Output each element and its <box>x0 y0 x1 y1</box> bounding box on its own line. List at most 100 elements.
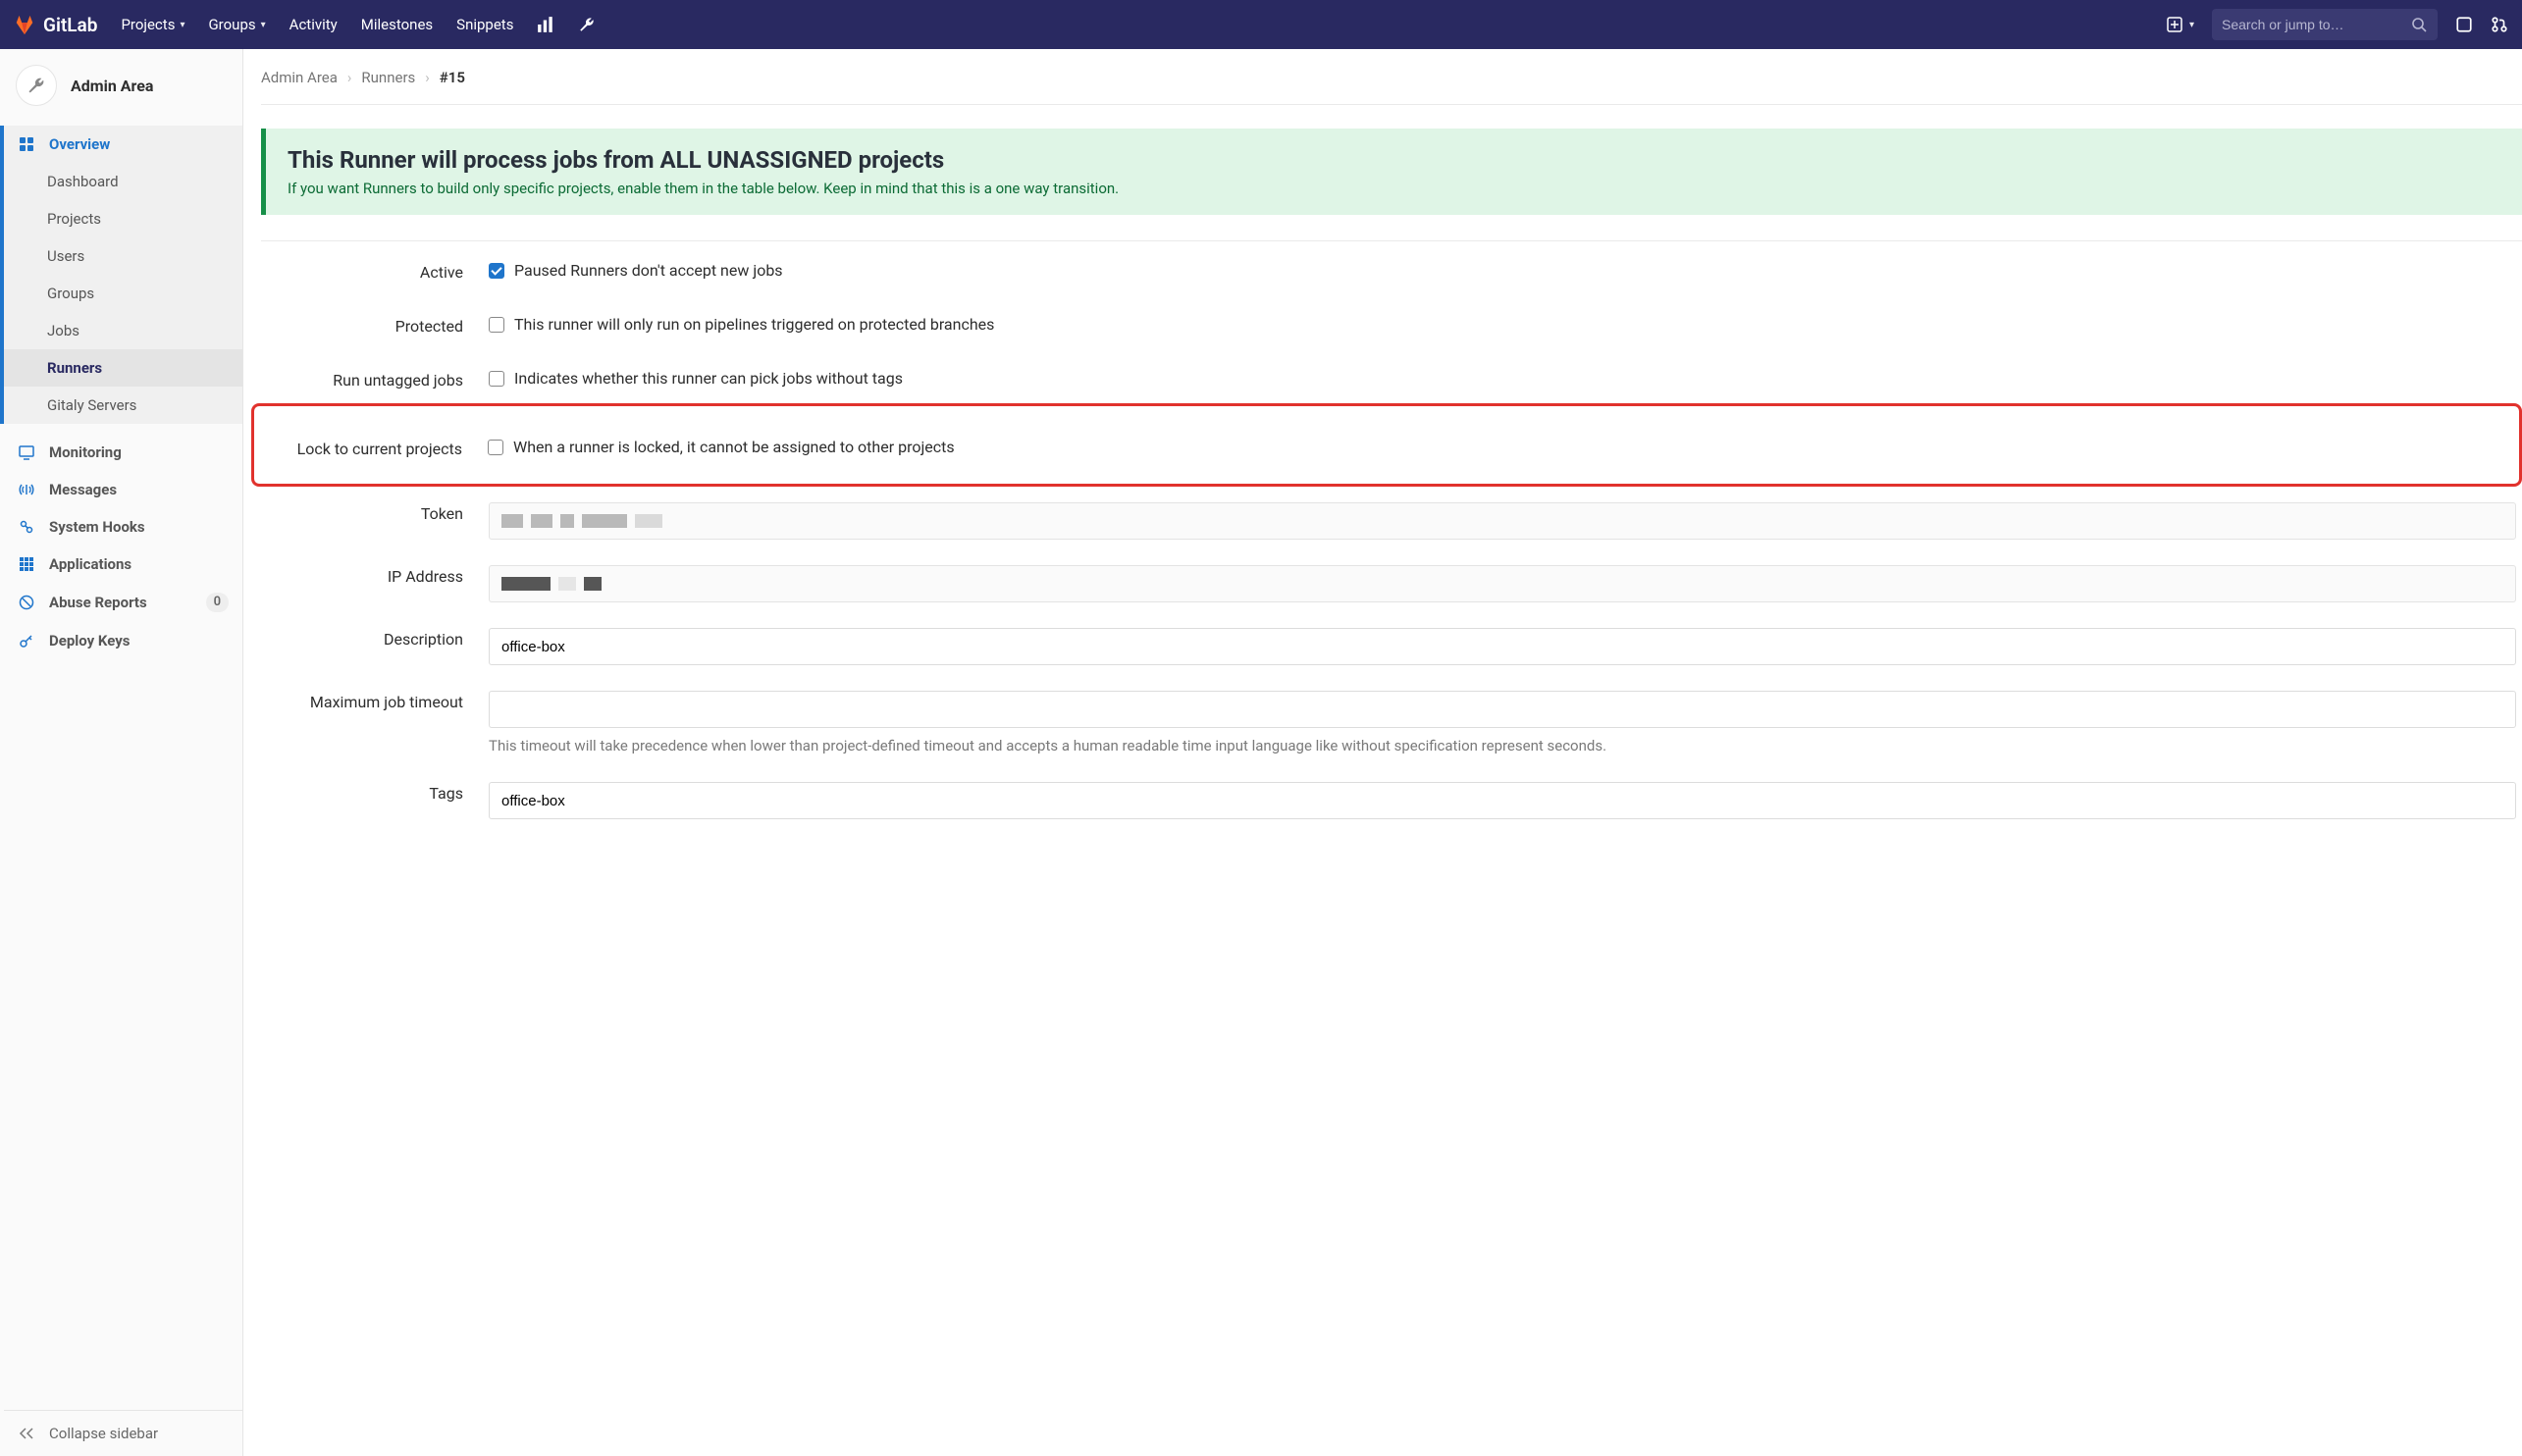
form-row-token: Token <box>261 487 2522 549</box>
active-help: Paused Runners don't accept new jobs <box>514 261 783 280</box>
collapse-sidebar-label: Collapse sidebar <box>49 1425 158 1442</box>
sidebar: Admin Area Overview Dashboard Projects U… <box>0 49 243 1456</box>
breadcrumb: Admin Area › Runners › #15 <box>261 49 2522 104</box>
sidebar-item-messages[interactable]: Messages <box>4 471 242 508</box>
sidebar-overview[interactable]: Overview <box>4 126 242 163</box>
chevron-down-icon: ▾ <box>2189 20 2194 30</box>
form-row-tags: Tags <box>261 766 2522 829</box>
nav-right: ▾ <box>2166 9 2508 40</box>
nav-activity[interactable]: Activity <box>289 16 338 33</box>
breadcrumb-admin[interactable]: Admin Area <box>261 69 338 86</box>
chevron-down-icon: ▾ <box>261 20 266 30</box>
protected-checkbox-line[interactable]: This runner will only run on pipelines t… <box>489 315 2516 334</box>
sidebar-item-jobs[interactable]: Jobs <box>4 312 242 349</box>
sidebar-item-users[interactable]: Users <box>4 237 242 275</box>
hook-icon <box>18 518 35 536</box>
brand-name: GitLab <box>43 14 97 36</box>
global-search[interactable] <box>2212 9 2438 40</box>
label-ip: IP Address <box>261 559 489 586</box>
sidebar-item-groups[interactable]: Groups <box>4 275 242 312</box>
breadcrumb-separator: › <box>425 69 430 86</box>
nav-groups-label: Groups <box>208 16 255 33</box>
sidebar-item-projects[interactable]: Projects <box>4 200 242 237</box>
breadcrumb-separator: › <box>347 69 352 86</box>
monitor-icon <box>18 443 35 461</box>
sidebar-item-label: Messages <box>49 481 117 498</box>
sidebar-overview-label: Overview <box>49 135 110 153</box>
sidebar-item-system-hooks[interactable]: System Hooks <box>4 508 242 546</box>
key-icon <box>18 632 35 650</box>
sidebar-item-applications[interactable]: Applications <box>4 546 242 583</box>
lock-checkbox[interactable] <box>488 440 503 455</box>
sidebar-item-label: System Hooks <box>49 518 145 536</box>
wrench-icon <box>578 16 596 33</box>
collapse-sidebar-button[interactable]: Collapse sidebar <box>4 1410 242 1456</box>
primary-nav-items: Projects ▾ Groups ▾ Activity Milestones … <box>121 16 596 33</box>
abuse-count-badge: 0 <box>206 593 229 612</box>
brand-logo[interactable]: GitLab <box>14 14 97 36</box>
form-row-lock: Lock to current projects When a runner i… <box>260 408 2513 482</box>
form-row-description: Description <box>261 612 2522 675</box>
merge-requests-icon[interactable] <box>2491 16 2508 33</box>
untagged-checkbox[interactable] <box>489 371 504 387</box>
timeout-help: This timeout will take precedence when l… <box>489 736 2516 756</box>
protected-checkbox[interactable] <box>489 317 504 333</box>
runner-form: Active Paused Runners don't accept new j… <box>261 240 2522 829</box>
nav-milestones[interactable]: Milestones <box>361 16 433 33</box>
form-row-untagged: Run untagged jobs Indicates whether this… <box>261 349 2522 403</box>
nav-metrics-icon[interactable] <box>537 16 554 33</box>
notice-title: This Runner will process jobs from ALL U… <box>288 146 2500 174</box>
untagged-help: Indicates whether this runner can pick j… <box>514 369 903 388</box>
sidebar-item-runners[interactable]: Runners <box>4 349 242 387</box>
nav-projects[interactable]: Projects ▾ <box>121 16 184 33</box>
protected-help: This runner will only run on pipelines t… <box>514 315 994 334</box>
search-input[interactable] <box>2222 17 2402 32</box>
nav-snippets[interactable]: Snippets <box>456 16 513 33</box>
sidebar-item-label: Deploy Keys <box>49 632 131 650</box>
sidebar-item-label: Abuse Reports <box>49 594 147 611</box>
sidebar-item-monitoring[interactable]: Monitoring <box>4 434 242 471</box>
token-field-redacted <box>489 502 2516 540</box>
label-token: Token <box>261 496 489 523</box>
collapse-icon <box>18 1425 35 1442</box>
nav-create-dropdown[interactable]: ▾ <box>2166 16 2194 33</box>
sidebar-item-dashboard[interactable]: Dashboard <box>4 163 242 200</box>
broadcast-icon <box>18 481 35 498</box>
chart-icon <box>537 16 554 33</box>
form-row-ip: IP Address <box>261 549 2522 612</box>
gitlab-logo-icon <box>14 14 35 35</box>
timeout-input[interactable] <box>489 691 2516 728</box>
overview-icon <box>18 135 35 153</box>
applications-icon <box>18 555 35 573</box>
sidebar-item-label: Monitoring <box>49 443 122 461</box>
sidebar-context-header[interactable]: Admin Area <box>4 49 242 126</box>
admin-avatar <box>16 65 57 106</box>
nav-admin-wrench-icon[interactable] <box>578 16 596 33</box>
issues-icon[interactable] <box>2455 16 2473 33</box>
form-row-active: Active Paused Runners don't accept new j… <box>261 241 2522 295</box>
breadcrumb-runners[interactable]: Runners <box>361 69 415 86</box>
sidebar-item-gitaly-servers[interactable]: Gitaly Servers <box>4 387 242 424</box>
active-checkbox[interactable] <box>489 263 504 279</box>
tags-input[interactable] <box>489 782 2516 819</box>
untagged-checkbox-line[interactable]: Indicates whether this runner can pick j… <box>489 369 2516 388</box>
abuse-icon <box>18 594 35 611</box>
sidebar-item-deploy-keys[interactable]: Deploy Keys <box>4 622 242 659</box>
plus-square-icon <box>2166 16 2183 33</box>
sidebar-item-label: Applications <box>49 555 131 573</box>
runner-scope-notice: This Runner will process jobs from ALL U… <box>261 129 2522 215</box>
label-untagged: Run untagged jobs <box>261 363 489 390</box>
lock-help: When a runner is locked, it cannot be as… <box>513 438 955 456</box>
nav-groups[interactable]: Groups ▾ <box>208 16 265 33</box>
active-checkbox-line[interactable]: Paused Runners don't accept new jobs <box>489 261 2516 280</box>
label-timeout: Maximum job timeout <box>261 685 489 711</box>
description-input[interactable] <box>489 628 2516 665</box>
ip-field-redacted <box>489 565 2516 602</box>
label-tags: Tags <box>261 776 489 803</box>
lock-checkbox-line[interactable]: When a runner is locked, it cannot be as… <box>488 438 2507 456</box>
form-row-timeout: Maximum job timeout This timeout will ta… <box>261 675 2522 766</box>
breadcrumb-current: #15 <box>440 69 465 86</box>
sidebar-item-abuse-reports[interactable]: Abuse Reports 0 <box>4 583 242 622</box>
search-icon <box>2410 16 2428 33</box>
main-content: Admin Area › Runners › #15 This Runner w… <box>243 49 2522 1456</box>
